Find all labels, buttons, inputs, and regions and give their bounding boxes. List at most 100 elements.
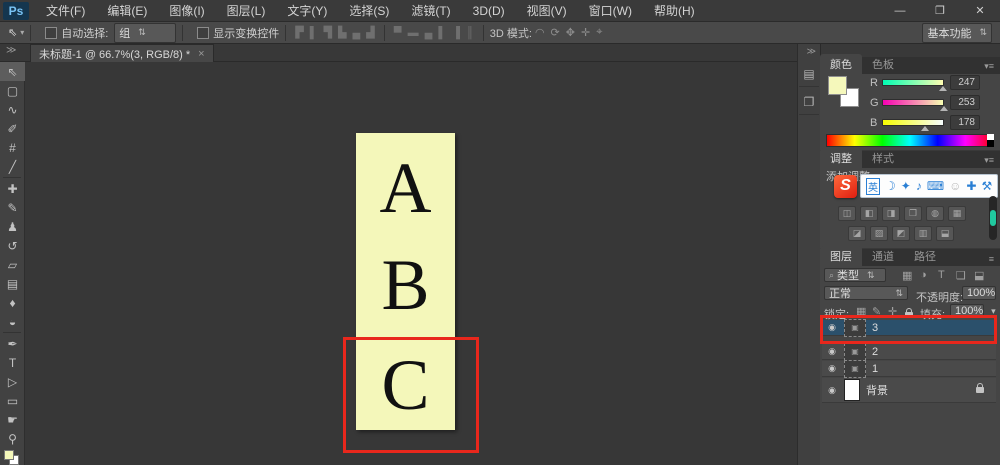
visibility-eye-icon[interactable]: ◉ <box>826 363 838 374</box>
background-layer-thumbnail[interactable] <box>844 379 860 401</box>
color-swatches[interactable] <box>0 448 25 464</box>
layer-row-1[interactable]: ◉ ▣ 1 <box>822 361 996 377</box>
tool-lasso[interactable]: ∿ <box>0 100 25 119</box>
menu-type[interactable]: 文字(Y) <box>276 0 338 22</box>
distribute-right-icon[interactable]: ║ <box>463 27 477 39</box>
tool-crop[interactable]: # <box>0 138 25 157</box>
tool-dodge[interactable]: ◒ <box>0 312 25 331</box>
opacity-field[interactable]: 100% ▾ <box>962 286 996 300</box>
tool-history-brush[interactable]: ↺ <box>0 236 25 255</box>
tab-styles[interactable]: 样式 <box>862 148 904 168</box>
tool-spot-healing[interactable]: ✚ <box>0 179 25 198</box>
align-top-icon[interactable]: ▙ <box>335 26 349 39</box>
scrollbar-thumb[interactable] <box>990 210 996 226</box>
tool-pen[interactable]: ✒ <box>0 334 25 353</box>
align-hcenter-icon[interactable]: ▌ <box>307 27 321 39</box>
channel-g-thumb[interactable] <box>940 106 948 111</box>
restore-button[interactable]: ❐ <box>920 1 960 21</box>
filter-type-icon[interactable]: T <box>938 269 945 281</box>
filter-pixel-icon[interactable]: ▦ <box>902 269 912 282</box>
toolbar-collapse-icon[interactable]: ≫ <box>6 45 16 56</box>
3d-roll-icon[interactable]: ⟳ <box>548 26 563 39</box>
tool-brush[interactable]: ✎ <box>0 198 25 217</box>
align-right-icon[interactable]: ▜ <box>321 26 335 39</box>
distribute-left-icon[interactable]: ▌ <box>435 27 449 39</box>
menu-view[interactable]: 视图(V) <box>516 0 578 22</box>
layer-1-name[interactable]: 1 <box>872 363 878 375</box>
adj-exposure-icon[interactable]: ◨ <box>882 206 900 221</box>
channel-g-value[interactable]: 253 <box>950 95 980 110</box>
adj-posterize-icon[interactable]: ⬓ <box>936 226 954 241</box>
tool-rectangle-shape[interactable]: ▭ <box>0 391 25 410</box>
3d-scale-icon[interactable]: ⌖ <box>593 26 605 39</box>
channel-r-value[interactable]: 247 <box>950 75 980 90</box>
tool-gradient[interactable]: ▤ <box>0 274 25 293</box>
adj-hue-icon[interactable]: ◍ <box>926 206 944 221</box>
tab-adjustments[interactable]: 调整 <box>820 148 862 168</box>
workspace-switcher[interactable]: 基本功能 ⇅ <box>922 23 992 43</box>
tool-eyedropper[interactable]: ╱ <box>0 157 25 176</box>
adj-invert-icon[interactable]: ▥ <box>914 226 932 241</box>
distribute-hcenter-icon[interactable]: ▐ <box>449 27 463 39</box>
auto-select-dropdown[interactable]: 组 ⇅ <box>114 23 176 43</box>
adj-colorbalance-icon[interactable]: ▦ <box>948 206 966 221</box>
ime-keyboard-icon[interactable]: ⌨ <box>927 179 944 193</box>
ime-lang-icon[interactable]: 英 <box>866 178 880 195</box>
tab-paths[interactable]: 路径 <box>904 246 946 266</box>
channel-r-thumb[interactable] <box>939 86 947 91</box>
filter-shape-icon[interactable]: ❑ <box>956 269 966 282</box>
color-spectrum-ramp[interactable] <box>826 134 994 147</box>
ime-wrench-icon[interactable]: ⚒ <box>981 179 992 193</box>
menu-3d[interactable]: 3D(D) <box>462 0 516 22</box>
adj-bw-icon[interactable]: ◪ <box>848 226 866 241</box>
adj-channelmixer-icon[interactable]: ◩ <box>892 226 910 241</box>
tab-layers[interactable]: 图层 <box>820 246 862 266</box>
tab-close-icon[interactable]: × <box>198 48 204 60</box>
layer-filter-dropdown[interactable]: ⌕ 类型 ⇅ <box>824 268 886 282</box>
tool-move[interactable]: ⇖ <box>0 62 25 81</box>
tool-quick-selection[interactable]: ✐ <box>0 119 25 138</box>
menu-window[interactable]: 窗口(W) <box>578 0 643 22</box>
layers-panel-menu-icon[interactable]: ≡ <box>983 252 1000 266</box>
tool-preset-arrow[interactable]: ▾ <box>20 28 24 37</box>
ime-microphone-icon[interactable]: ♪ <box>916 179 922 193</box>
spectrum-black-swatch[interactable] <box>987 140 994 147</box>
tool-path-selection[interactable]: ▷ <box>0 372 25 391</box>
blend-mode-dropdown[interactable]: 正常 ⇅ <box>824 286 908 300</box>
adj-photofilter-icon[interactable]: ▨ <box>870 226 888 241</box>
tab-channels[interactable]: 通道 <box>862 246 904 266</box>
foreground-color-swatch[interactable] <box>4 450 14 460</box>
menu-filter[interactable]: 滤镜(T) <box>400 0 461 22</box>
3d-drag-icon[interactable]: ✥ <box>563 26 578 39</box>
align-left-icon[interactable]: ▛ <box>292 26 306 39</box>
layer-2-name[interactable]: 2 <box>872 346 878 358</box>
tab-swatches[interactable]: 色板 <box>862 54 904 74</box>
distribute-vcenter-icon[interactable]: ▬ <box>405 27 422 39</box>
adj-curves-icon[interactable]: ◧ <box>860 206 878 221</box>
filter-smartobject-icon[interactable]: ⬓ <box>974 269 984 282</box>
ime-person-icon[interactable]: ☺ <box>949 179 961 193</box>
minimize-button[interactable]: — <box>880 1 920 21</box>
panel-foreground-swatch[interactable] <box>828 76 847 95</box>
background-layer-name[interactable]: 背景 <box>866 382 888 398</box>
tool-eraser[interactable]: ▱ <box>0 255 25 274</box>
document-tab[interactable]: 未标题-1 @ 66.7%(3, RGB/8) * × <box>30 44 214 62</box>
tool-clone-stamp[interactable]: ♟ <box>0 217 25 236</box>
menu-layer[interactable]: 图层(L) <box>216 0 277 22</box>
show-transform-checkbox[interactable] <box>197 27 209 39</box>
align-bottom-icon[interactable]: ▟ <box>363 26 377 39</box>
menu-file[interactable]: 文件(F) <box>35 0 96 22</box>
visibility-eye-icon[interactable]: ◉ <box>826 346 838 357</box>
layer-row-background[interactable]: ◉ 背景 <box>822 378 996 403</box>
channel-r-slider[interactable] <box>882 79 944 86</box>
layer-2-thumbnail[interactable]: ▣ <box>844 343 866 361</box>
3d-slide-icon[interactable]: ✛ <box>578 26 593 39</box>
auto-select-checkbox[interactable] <box>45 27 57 39</box>
sogou-logo-icon[interactable]: S <box>834 175 857 198</box>
distribute-top-icon[interactable]: ▀ <box>391 27 405 39</box>
menu-help[interactable]: 帮助(H) <box>643 0 706 22</box>
menu-image[interactable]: 图像(I) <box>158 0 215 22</box>
adj-vibrance-icon[interactable]: ❐ <box>904 206 922 221</box>
panel-collapse-icon[interactable]: ≫ <box>798 44 820 59</box>
distribute-bottom-icon[interactable]: ▄ <box>422 27 436 39</box>
